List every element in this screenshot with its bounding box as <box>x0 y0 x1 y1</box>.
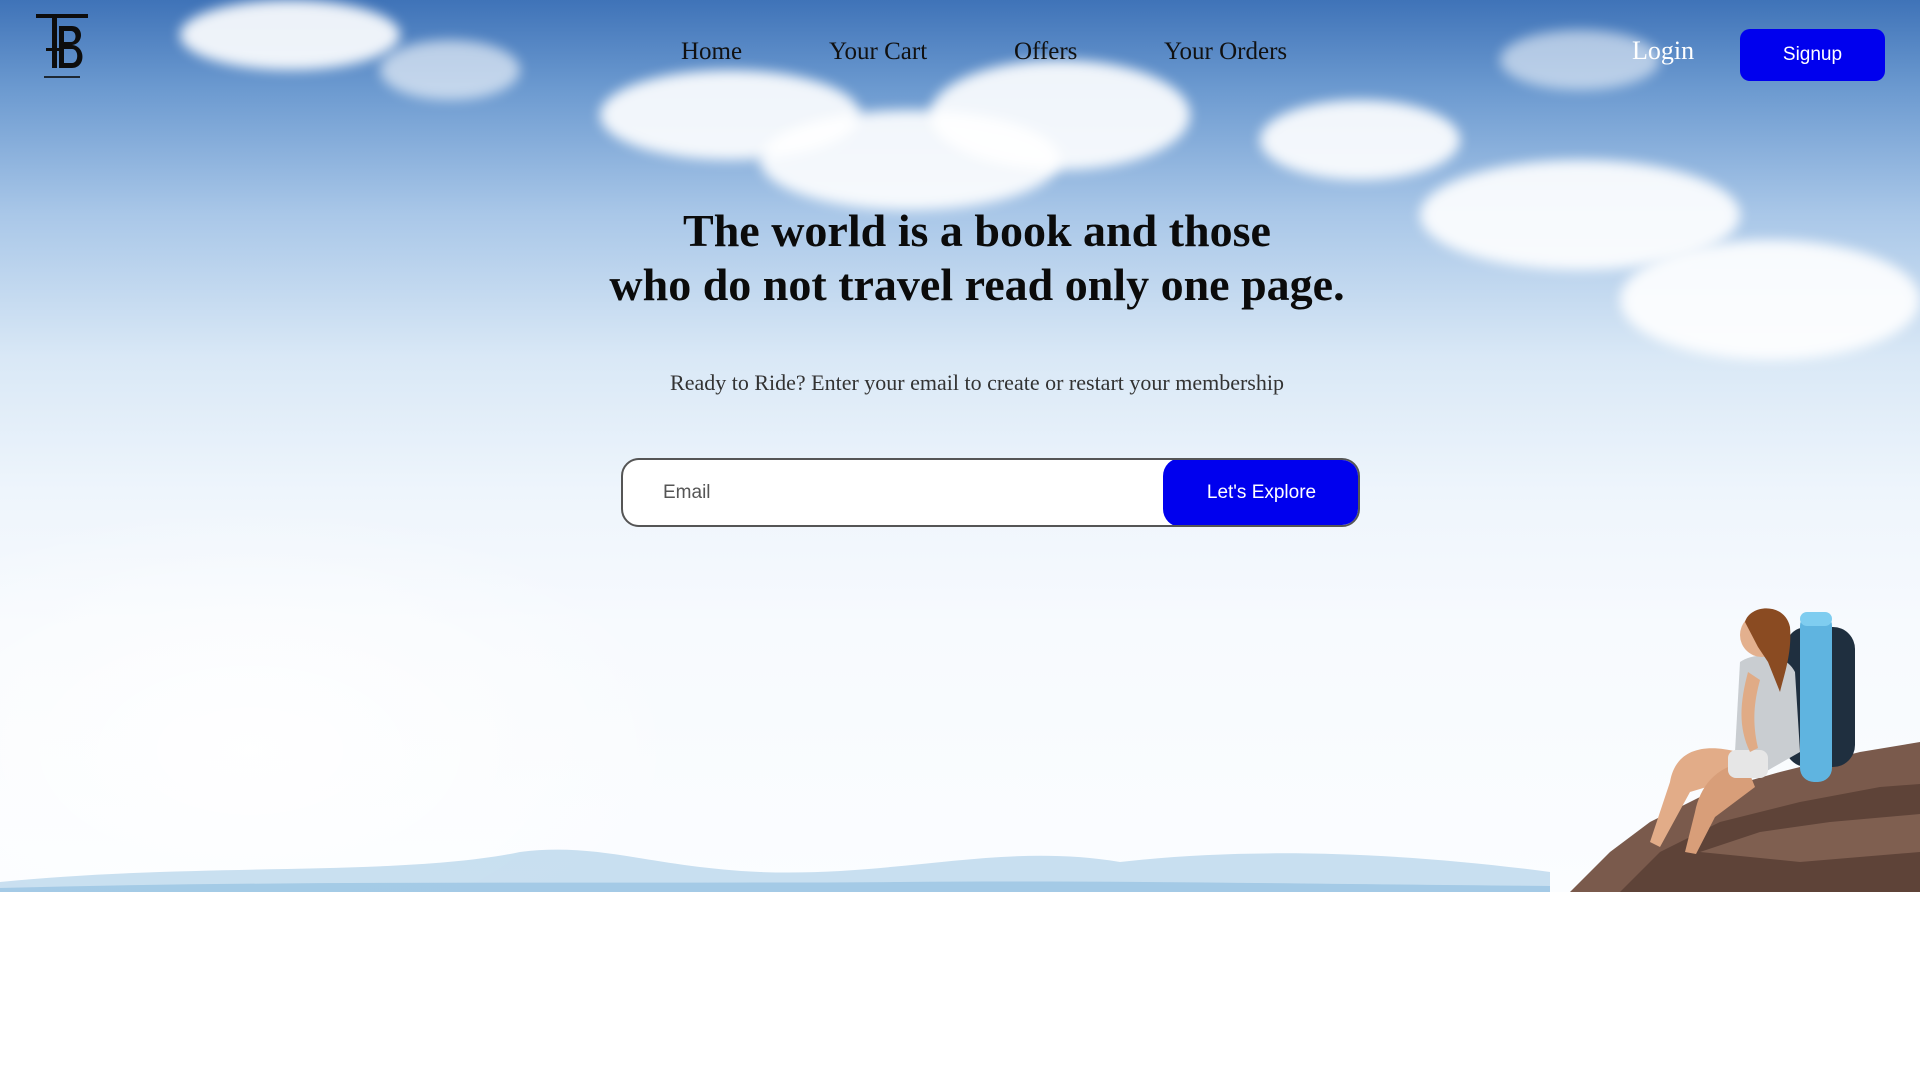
lets-explore-button[interactable]: Let's Explore <box>1163 460 1358 525</box>
headline-line-1: The world is a book and those <box>683 205 1271 256</box>
email-signup-form: Let's Explore <box>621 458 1360 527</box>
cloud <box>1260 100 1460 180</box>
login-link[interactable]: Login <box>1632 36 1694 66</box>
headline-line-2: who do not travel read only one page. <box>609 259 1345 310</box>
cloud <box>180 0 400 70</box>
nav-your-cart[interactable]: Your Cart <box>829 38 927 66</box>
nav-home[interactable]: Home <box>681 38 742 66</box>
cloud <box>930 60 1190 170</box>
hero-subtext: Ready to Ride? Enter your email to creat… <box>670 370 1284 395</box>
cloud <box>380 40 520 100</box>
nav-offers[interactable]: Offers <box>1014 38 1077 66</box>
signup-button[interactable]: Signup <box>1740 29 1885 81</box>
email-input[interactable] <box>623 460 1163 525</box>
traveler-illustration <box>1570 608 1920 892</box>
hero-headline: The world is a book and those who do not… <box>0 204 1920 312</box>
nav-your-orders[interactable]: Your Orders <box>1164 38 1287 66</box>
tb-monogram-logo[interactable] <box>32 12 92 84</box>
hero-section <box>0 0 1920 892</box>
